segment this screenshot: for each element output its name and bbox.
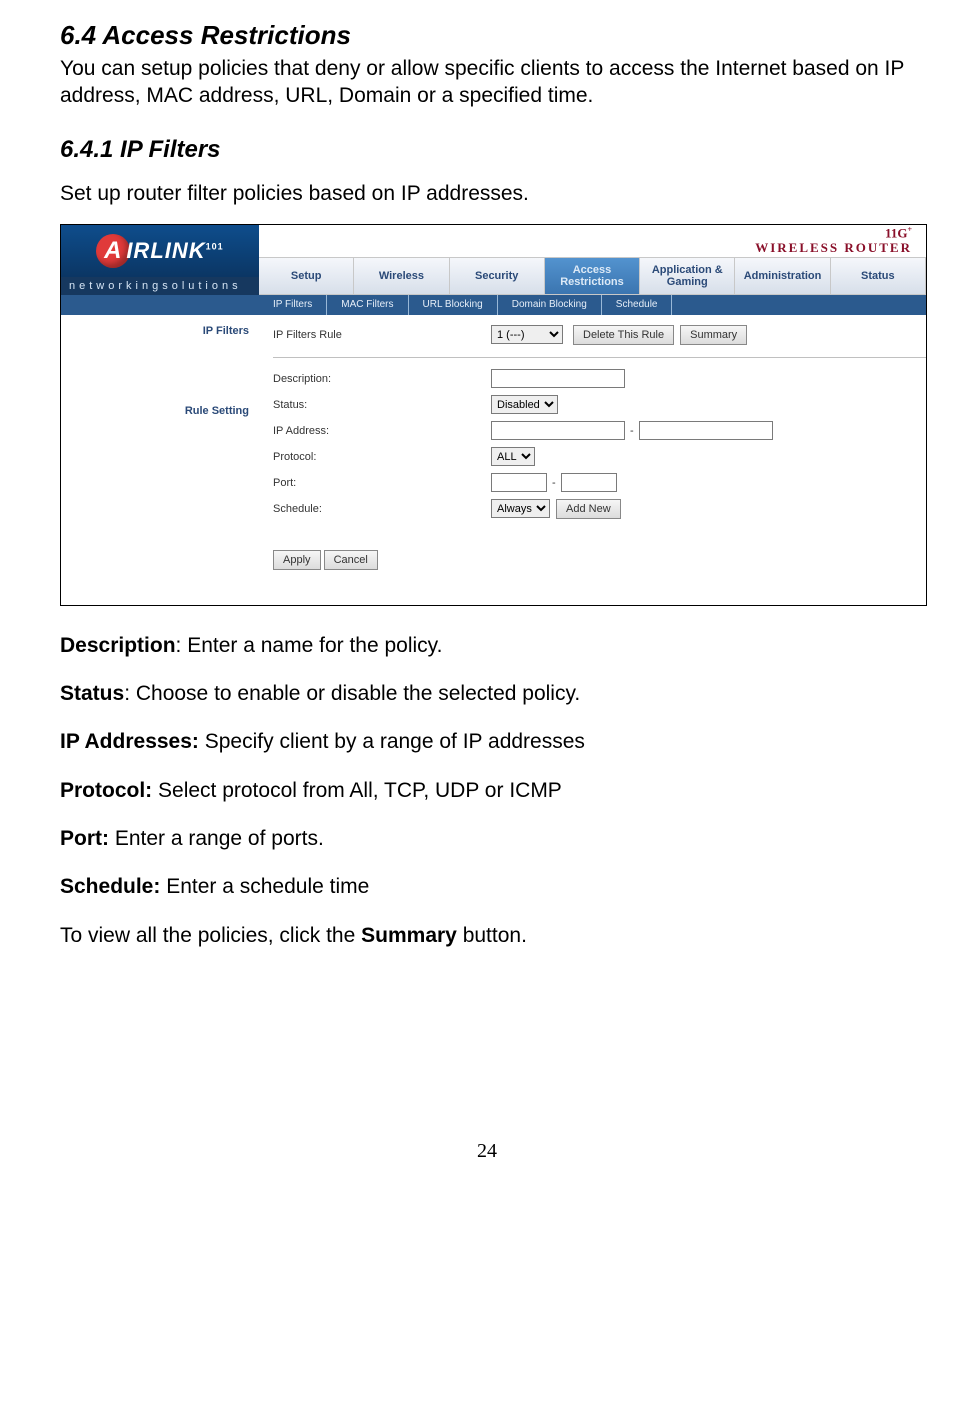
row-protocol: Protocol: ALL [273,444,926,470]
def-summary: To view all the policies, click the Summ… [60,922,914,950]
side-label-ip-filters: IP Filters [61,315,259,337]
page-number: 24 [60,1140,914,1163]
heading-6-4: 6.4 Access Restrictions [60,20,914,51]
def-protocol: Protocol: Select protocol from All, TCP,… [60,777,914,805]
def-protocol-text: Select protocol from All, TCP, UDP or IC… [152,779,562,802]
tab-security[interactable]: Security [450,258,545,294]
schedule-select[interactable]: Always [491,499,550,518]
def-schedule-term: Schedule: [60,875,160,898]
def-protocol-term: Protocol: [60,779,152,802]
def-description: Description: Enter a name for the policy… [60,632,914,660]
logo: AIRLINK101 [61,225,259,277]
side-column: IP Filters Rule Setting [61,315,259,605]
tab-status[interactable]: Status [831,258,926,294]
para-6-4: You can setup policies that deny or allo… [60,55,914,110]
cancel-button[interactable]: Cancel [324,550,378,570]
def-summary-pre: To view all the policies, click the [60,924,361,947]
def-port-term: Port: [60,827,109,850]
logo-subtitle: networkingsolutions [61,277,259,295]
form-column: IP Filters Rule 1 (---) Delete This Rule… [259,315,926,605]
port-dash: - [547,477,561,489]
sub-tabs: IP Filters MAC Filters URL Blocking Doma… [61,295,926,315]
protocol-select[interactable]: ALL [491,447,535,466]
subtab-schedule[interactable]: Schedule [602,295,673,315]
row-schedule: Schedule: Always Add New [273,496,926,522]
def-schedule: Schedule: Enter a schedule time [60,873,914,901]
port-to-input[interactable] [561,473,617,492]
apply-button[interactable]: Apply [273,550,321,570]
subtab-domain-blocking[interactable]: Domain Blocking [498,295,602,315]
logo-text-rest: IRLINK [126,238,205,263]
summary-button[interactable]: Summary [680,325,747,345]
port-label: Port: [273,477,491,489]
def-description-term: Description [60,634,176,657]
brand-row: 11G+ WIRELESS ROUTER [259,225,926,257]
description-input[interactable] [491,369,625,388]
description-label: Description: [273,373,491,385]
def-ip-text: Specify client by a range of IP addresse… [199,730,585,753]
brand-text: 11G+ WIRELESS ROUTER [755,226,912,255]
screenshot-body: IP Filters Rule Setting IP Filters Rule … [61,315,926,605]
def-description-text: : Enter a name for the policy. [176,634,443,657]
rule-label: IP Filters Rule [273,329,491,341]
tab-setup[interactable]: Setup [259,258,354,294]
protocol-label: Protocol: [273,451,491,463]
def-schedule-text: Enter a schedule time [160,875,369,898]
header-right: 11G+ WIRELESS ROUTER Setup Wireless Secu… [259,225,926,295]
schedule-label: Schedule: [273,503,491,515]
logo-sup: 101 [206,241,224,251]
add-new-button[interactable]: Add New [556,499,621,519]
row-port: Port: - [273,470,926,496]
def-port-text: Enter a range of ports. [109,827,324,850]
tab-administration[interactable]: Administration [735,258,830,294]
side-label-rule-setting: Rule Setting [61,395,259,417]
main-tabs: Setup Wireless Security Access Restricti… [259,257,926,295]
def-status: Status: Choose to enable or disable the … [60,680,914,708]
brand-line2: WIRELESS ROUTER [755,240,912,255]
rule-select[interactable]: 1 (---) [491,325,563,344]
def-status-term: Status [60,682,124,705]
port-from-input[interactable] [491,473,547,492]
router-screenshot: AIRLINK101 networkingsolutions 11G+ WIRE… [60,224,927,606]
ip-to-input[interactable] [639,421,773,440]
ip-label: IP Address: [273,425,491,437]
brand-line1: 11G [885,225,907,240]
row-description: Description: [273,366,926,392]
status-select[interactable]: Disabled [491,395,558,414]
ip-dash: - [625,425,639,437]
subtab-mac-filters[interactable]: MAC Filters [327,295,408,315]
tab-access-restrictions[interactable]: Access Restrictions [545,258,640,294]
logo-area: AIRLINK101 networkingsolutions [61,225,259,295]
def-summary-post: button. [457,924,527,947]
tab-application-gaming[interactable]: Application & Gaming [640,258,735,294]
definitions-list: Description: Enter a name for the policy… [60,632,914,950]
intro-6-4-1: Set up router filter policies based on I… [60,182,914,206]
row-ip: IP Address: - [273,418,926,444]
brand-line1-sup: + [907,225,912,234]
status-label: Status: [273,399,491,411]
tab-wireless[interactable]: Wireless [354,258,449,294]
def-summary-bold: Summary [361,924,457,947]
row-status: Status: Disabled [273,392,926,418]
def-port: Port: Enter a range of ports. [60,825,914,853]
apply-row: Apply Cancel [273,550,926,570]
def-ip: IP Addresses: Specify client by a range … [60,728,914,756]
subtab-ip-filters[interactable]: IP Filters [259,295,327,315]
def-status-text: : Choose to enable or disable the select… [124,682,580,705]
heading-6-4-1: 6.4.1 IP Filters [60,136,914,164]
subtab-url-blocking[interactable]: URL Blocking [409,295,498,315]
def-ip-term: IP Addresses: [60,730,199,753]
delete-rule-button[interactable]: Delete This Rule [573,325,674,345]
ip-from-input[interactable] [491,421,625,440]
rule-row: IP Filters Rule 1 (---) Delete This Rule… [273,325,926,358]
screenshot-header: AIRLINK101 networkingsolutions 11G+ WIRE… [61,225,926,295]
